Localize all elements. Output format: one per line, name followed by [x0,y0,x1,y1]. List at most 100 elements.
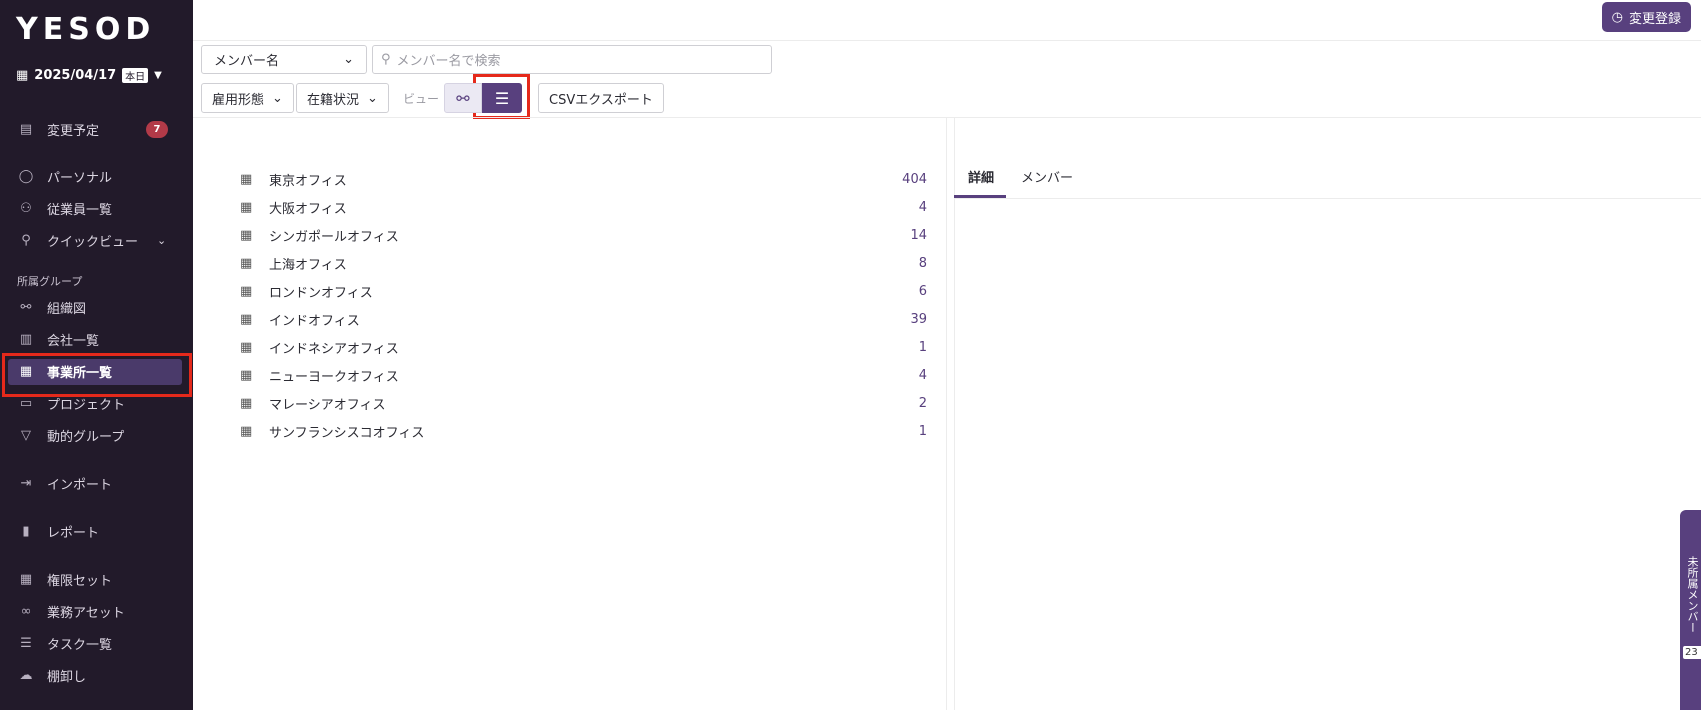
office-count: 1 [918,423,927,439]
calendar-icon: ▦ [16,68,29,83]
status-filter[interactable]: 在籍状況 ⌄ [296,83,389,113]
document-check-icon: ▤ [19,121,33,137]
office-row[interactable]: ▦ サンフランシスコオフィス 1 [240,417,930,445]
divider [946,118,947,710]
office-row[interactable]: ▦ マレーシアオフィス 2 [240,389,930,417]
caret-down-icon: ▼ [154,70,162,81]
office-count: 404 [902,171,927,187]
list-view-button[interactable]: ☰ [482,83,522,113]
office-name: シンガポールオフィス [269,229,399,245]
top-bar: ◷ 変更登録 [193,0,1701,41]
office-name: マレーシアオフィス [269,397,386,413]
highlight-box-offices [2,353,192,397]
unassigned-members-panel[interactable]: 未所属メンバー 23 [1680,510,1701,710]
section-label-groups: 所属グループ [17,275,83,288]
search-placeholder: メンバー名で検索 [396,54,501,69]
sidebar-item-label: 権限セット [47,573,113,589]
table-icon: ▦ [19,571,33,587]
chevron-down-icon: ⌄ [157,233,167,247]
briefcase-icon: ▭ [19,395,33,411]
office-name: インドネシアオフィス [269,341,399,357]
chevron-down-icon: ⌄ [272,90,283,106]
office-row[interactable]: ▦ ロンドンオフィス 6 [240,277,930,305]
register-change-button[interactable]: ◷ 変更登録 [1601,2,1691,32]
office-row[interactable]: ▦ インドネシアオフィス 1 [240,333,930,361]
clock-icon: ◷ [1611,9,1623,25]
office-name: 東京オフィス [269,173,347,189]
divider [954,118,955,710]
sidebar-item-label: レポート [47,525,100,541]
sidebar-item-label: タスク一覧 [47,637,113,653]
building-icon: ▦ [240,367,253,383]
employment-type-label: 雇用形態 [212,92,265,108]
active-tab-indicator [954,195,1006,198]
cloud-download-icon: ☁ [19,667,33,683]
filter-icon: ▽ [21,427,31,443]
office-count: 4 [918,367,927,383]
sidebar-item-label: クイックビュー [47,234,139,250]
sidebar-item-label: 動的グループ [47,429,125,445]
sidebar-item-label: インポート [47,477,113,493]
users-icon: ⚇ [20,200,32,216]
today-badge: 本日 [122,68,149,83]
field-select-value: メンバー名 [214,54,280,69]
sidebar-item-label: 従業員一覧 [47,202,113,218]
building-icon: ▦ [240,395,253,411]
building-icon: ▦ [240,423,253,439]
sidebar-item-label: 棚卸し [47,669,87,685]
checklist-icon: ☰ [20,635,32,651]
app-logo[interactable]: YESOD [16,12,155,47]
office-row[interactable]: ▦ 上海オフィス 8 [240,249,930,277]
office-row[interactable]: ▦ 大阪オフィス 4 [240,193,930,221]
office-row[interactable]: ▦ 東京オフィス 404 [240,165,930,193]
date-value: 2025/04/17 [34,68,117,83]
list-icon: ☰ [494,88,510,108]
office-name: 上海オフィス [269,257,347,273]
org-chart-icon: ⚯ [456,88,470,108]
search-input[interactable]: ⚲ メンバー名で検索 [372,45,772,74]
tab-members[interactable]: メンバー [1021,167,1073,186]
date-selector[interactable]: ▦ 2025/04/17 本日 ▼ [16,68,162,83]
office-row[interactable]: ▦ ニューヨークオフィス 4 [240,361,930,389]
import-icon: ⇥ [20,475,32,491]
office-name: サンフランシスコオフィス [269,425,425,441]
office-count: 6 [918,283,927,299]
search-icon: ⚲ [381,52,391,67]
office-count: 14 [910,227,927,243]
building-icon: ▦ [240,199,253,215]
chevron-down-icon: ⌄ [343,52,354,67]
csv-export-button[interactable]: CSVエクスポート [538,83,664,113]
office-count: 39 [910,311,927,327]
office-count: 8 [918,255,927,271]
office-name: ニューヨークオフィス [269,369,399,385]
unassigned-members-count: 23 [1683,646,1701,659]
sidebar-item-label: パーソナル [47,170,113,186]
building-icon: ▦ [240,171,253,187]
status-label: 在籍状況 [307,92,360,108]
user-icon: ◯ [18,168,34,184]
view-label: ビュー [403,92,440,106]
building-icon: ▦ [240,339,253,355]
sidebar-item-label: 会社一覧 [47,333,100,349]
chevron-down-icon: ⌄ [367,90,378,106]
unassigned-members-label: 未所属メンバー [1686,556,1699,633]
office-row[interactable]: ▦ インドオフィス 39 [240,305,930,333]
building-icon: ▦ [240,283,253,299]
link-icon: ∞ [20,603,32,619]
org-chart-icon: ⚯ [20,299,32,315]
sidebar-item-label: 業務アセット [47,605,125,621]
tab-details[interactable]: 詳細 [968,167,994,186]
bar-chart-icon: ▮ [22,523,30,539]
detail-tabs: 詳細 メンバー [954,155,1701,199]
employment-type-filter[interactable]: 雇用形態 ⌄ [201,83,294,113]
office-name: ロンドンオフィス [269,285,373,301]
office-count: 4 [918,199,927,215]
divider [193,117,1701,118]
field-select[interactable]: メンバー名 ⌄ [201,45,367,74]
sidebar-item-label: 変更予定 [47,123,100,139]
building-icon: ▦ [240,255,253,271]
office-row[interactable]: ▦ シンガポールオフィス 14 [240,221,930,249]
search-icon: ⚲ [21,232,31,248]
office-name: 大阪オフィス [269,201,347,217]
tree-view-button[interactable]: ⚯ [444,83,482,113]
